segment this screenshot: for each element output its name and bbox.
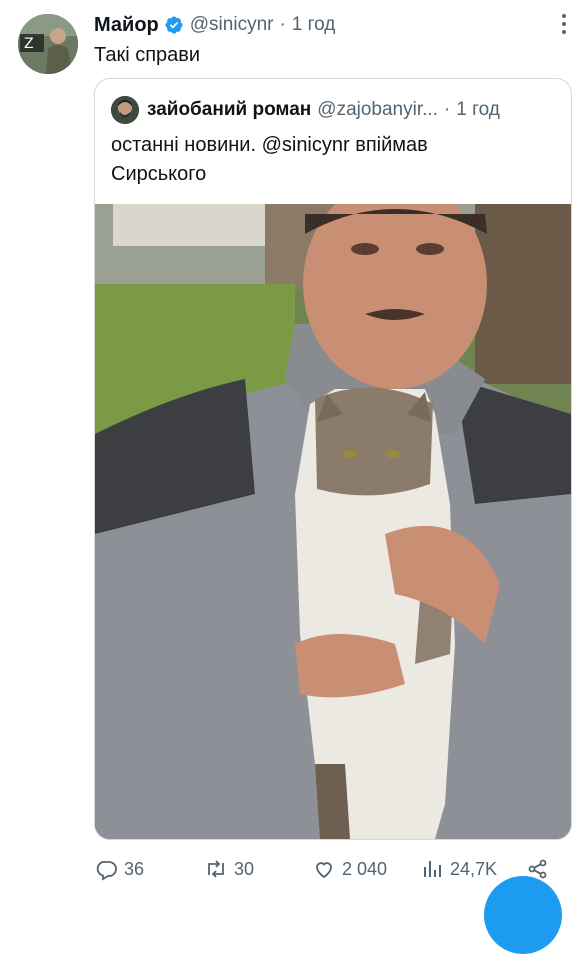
quoted-header-separator: · bbox=[443, 99, 451, 120]
verified-badge-icon bbox=[165, 16, 183, 34]
reply-icon bbox=[96, 861, 117, 881]
tweet-header: Майор @sinicynr · 1 год bbox=[94, 10, 335, 40]
views-count: 24,7K bbox=[450, 858, 498, 879]
tweet-text: Такі справи bbox=[94, 44, 201, 66]
quoted-author-name: зайобаний роман bbox=[147, 99, 312, 120]
quoted-tweet-text: останні новини. @sinicynr впіймав Сирськ… bbox=[111, 131, 551, 189]
tweet-actions: 36 30 2 040 24,7K bbox=[94, 852, 570, 886]
author-avatar[interactable]: Z bbox=[18, 14, 78, 74]
views-button[interactable]: 24,7K bbox=[420, 852, 497, 886]
tweet-timestamp[interactable]: 1 год bbox=[292, 14, 336, 36]
retweet-button[interactable]: 30 bbox=[204, 852, 254, 886]
views-icon bbox=[424, 861, 441, 877]
quoted-tweet-photo[interactable] bbox=[95, 204, 571, 839]
svg-text:Z: Z bbox=[24, 36, 34, 52]
reply-button[interactable]: 36 bbox=[94, 852, 144, 886]
author-name[interactable]: Майор bbox=[94, 14, 159, 37]
author-handle[interactable]: @sinicynr bbox=[190, 14, 274, 36]
quoted-author-avatar bbox=[111, 96, 139, 124]
heart-icon bbox=[316, 862, 332, 879]
reply-count: 36 bbox=[124, 858, 145, 879]
tweet: Z Майор @sinicynr · 1 год Такі справи за… bbox=[0, 0, 588, 954]
quoted-tweet-text-line-2: Сирського bbox=[111, 163, 207, 185]
retweet-count: 30 bbox=[234, 858, 255, 879]
quoted-tweet-header: зайобаний роман @zajobanyir... · 1 год bbox=[111, 95, 500, 125]
quoted-tweet-text-line-1: останні новини. @sinicynr впіймав bbox=[111, 134, 428, 156]
quoted-tweet-timestamp: 1 год bbox=[456, 99, 500, 120]
quoted-author-handle: @zajobanyir... bbox=[317, 99, 438, 120]
more-dots-icon[interactable] bbox=[558, 12, 570, 36]
retweet-icon bbox=[208, 860, 224, 878]
like-button[interactable]: 2 040 bbox=[312, 852, 387, 886]
like-count: 2 040 bbox=[342, 858, 388, 879]
header-separator: · bbox=[279, 14, 286, 35]
compose-fab-button[interactable] bbox=[484, 876, 562, 954]
quoted-tweet[interactable]: зайобаний роман @zajobanyir... · 1 год о… bbox=[94, 78, 572, 840]
